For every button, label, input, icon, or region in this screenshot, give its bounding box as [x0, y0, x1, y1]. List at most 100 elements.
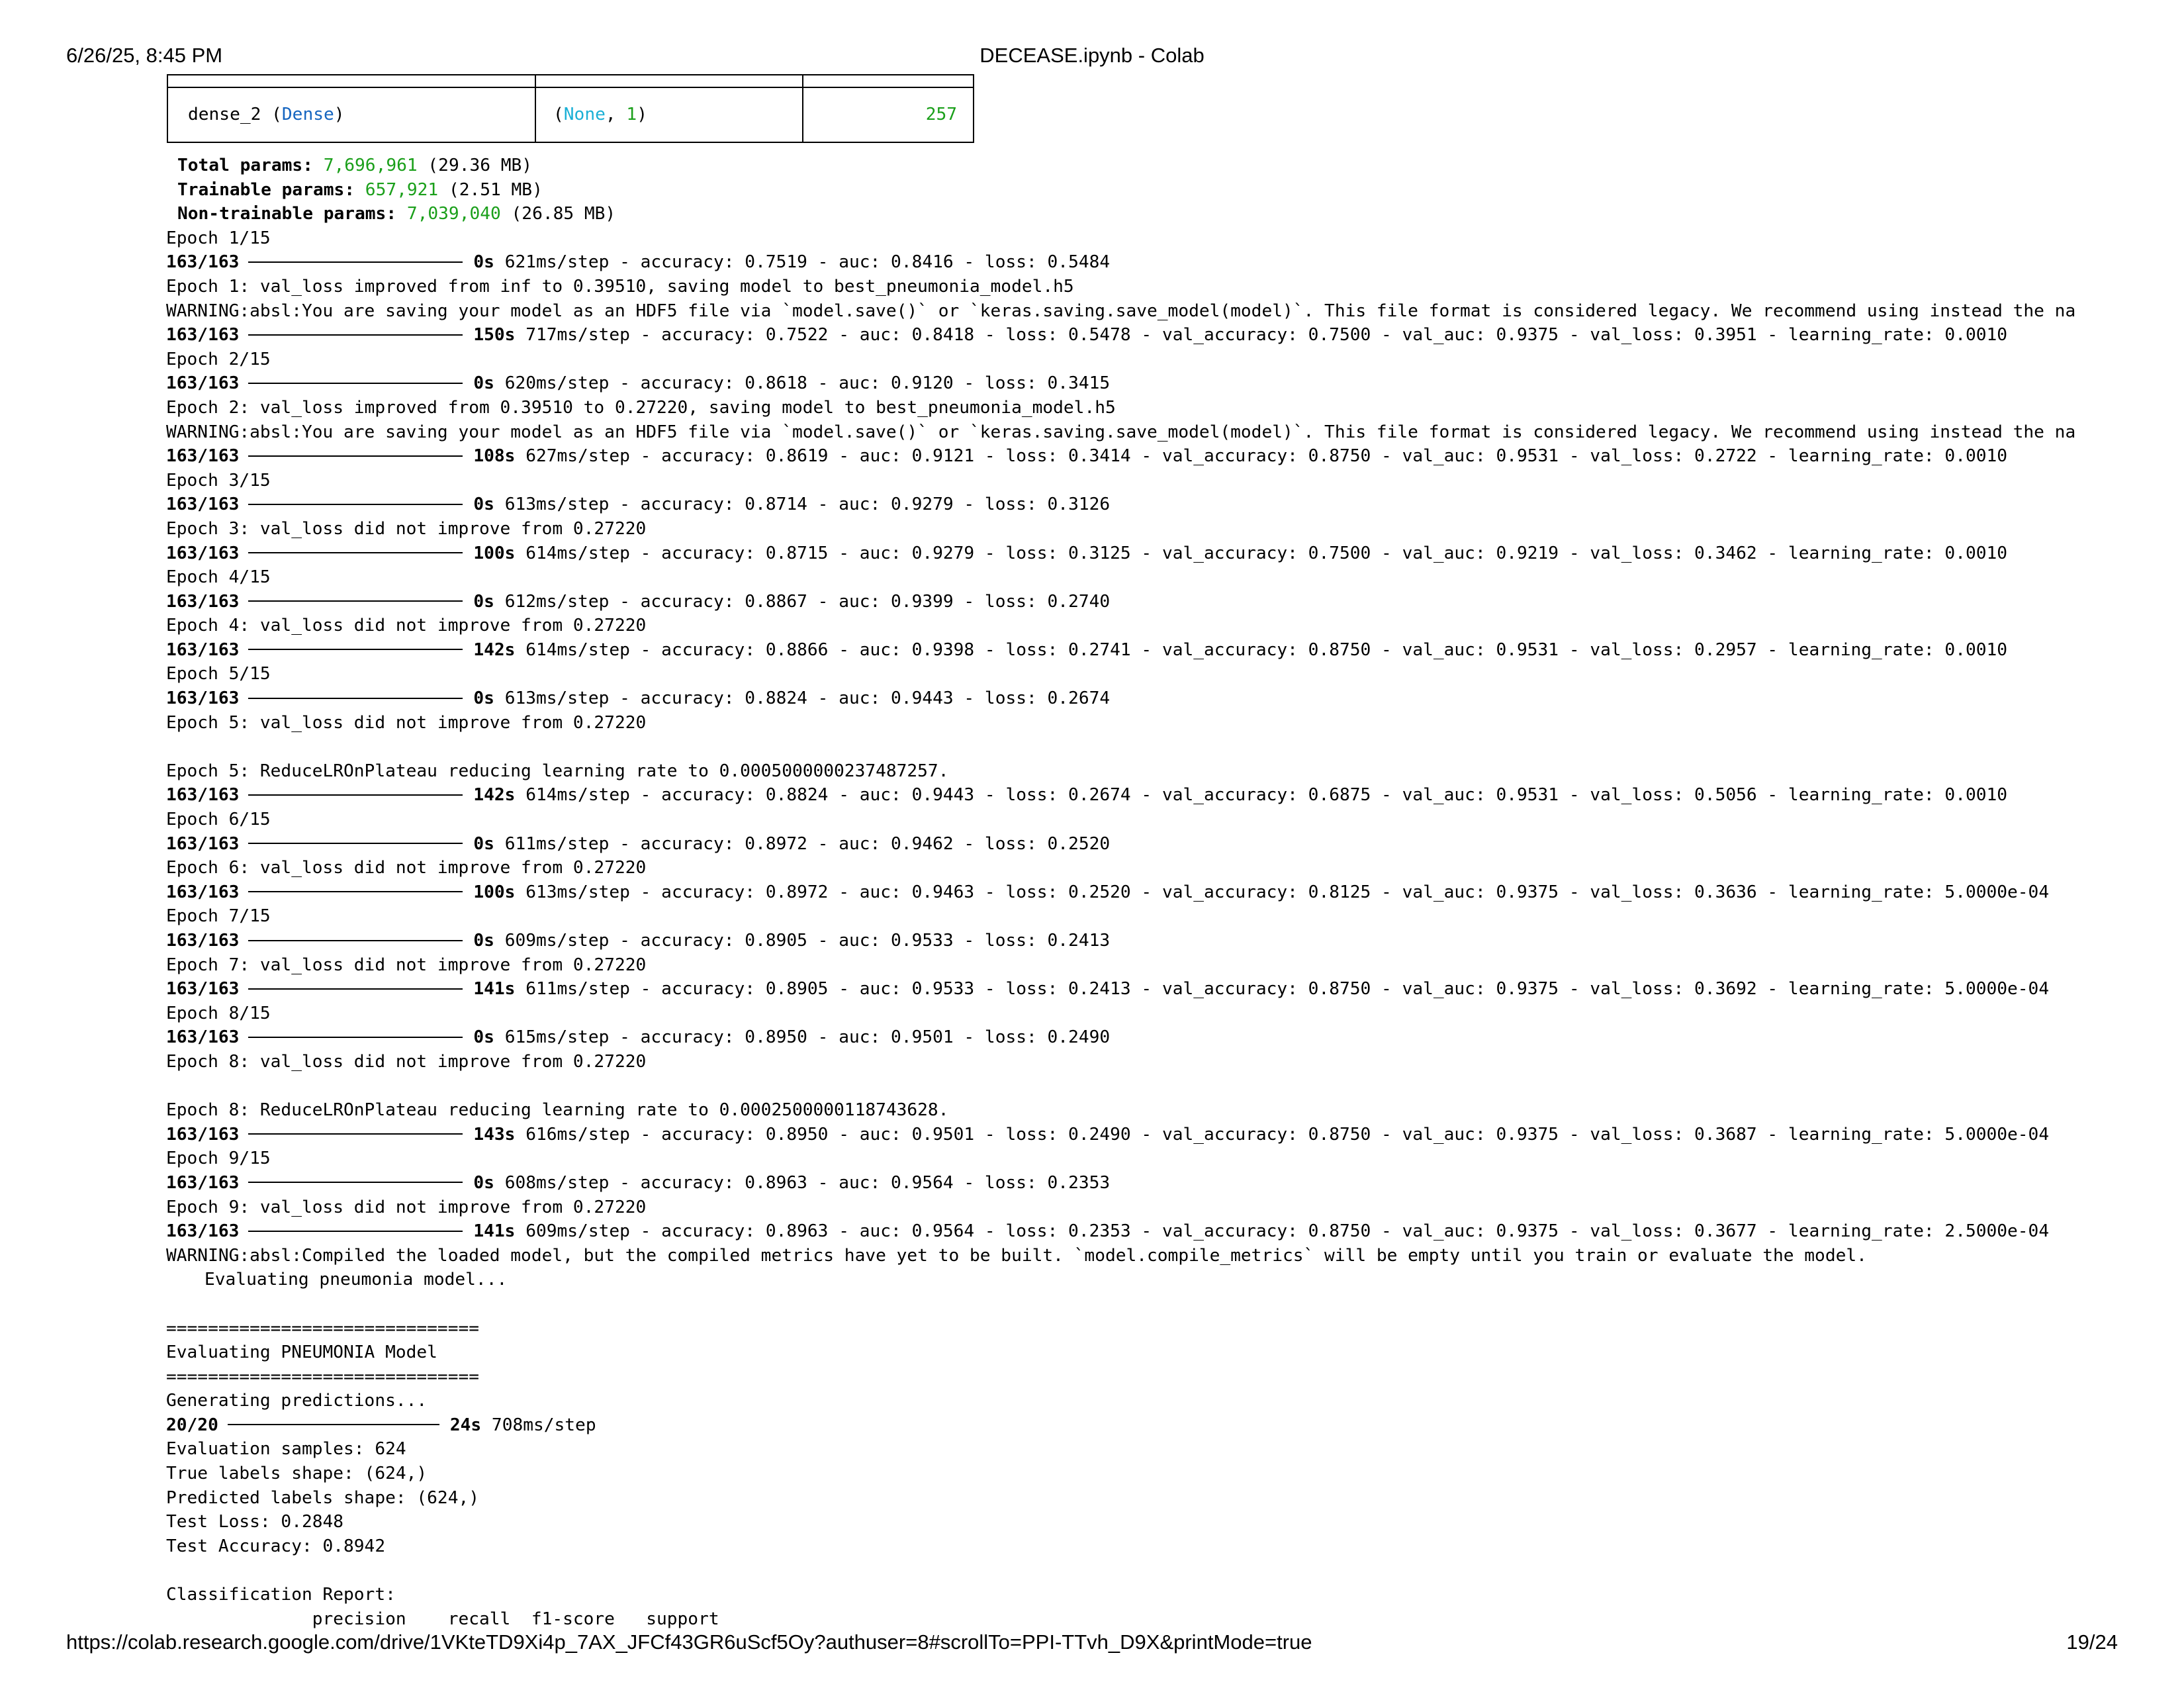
step-count: 163/163 — [166, 543, 240, 563]
step-time: 0s — [473, 494, 494, 515]
progress-bar — [248, 1182, 463, 1184]
metrics-text: 708ms/step — [481, 1415, 596, 1435]
progress-bar — [248, 455, 463, 457]
progress-line: 163/163 142s 614ms/step - accuracy: 0.886… — [166, 638, 2118, 663]
step-time: 0s — [473, 591, 494, 612]
step-count: 163/163 — [166, 1172, 240, 1193]
page-number: 19/24 — [2066, 1630, 2118, 1654]
progress-line: 163/163 108s 627ms/step - accuracy: 0.861… — [166, 444, 2118, 469]
step-time: 141s — [473, 1221, 516, 1242]
progress-bar — [248, 503, 463, 505]
progress-line: 163/163 0s 613ms/step - accuracy: 0.8714 … — [166, 492, 2118, 517]
output-shape-cell: (None, 1) — [553, 105, 647, 124]
progress-bar — [248, 1133, 463, 1135]
log-line: Epoch 8/15 — [166, 1003, 271, 1023]
progress-line: 163/163 0s 608ms/step - accuracy: 0.8963 … — [166, 1171, 2118, 1196]
step-time: 143s — [473, 1124, 516, 1145]
progress-line: 163/163 150s 717ms/step - accuracy: 0.752… — [166, 323, 2118, 348]
log-line: Epoch 6/15 — [166, 810, 271, 830]
total-params-line: Total params: 7,696,961 (29.36 MB) — [177, 156, 533, 175]
step-time: 0s — [473, 252, 494, 273]
step-time: 141s — [473, 979, 516, 1000]
metrics-text: 614ms/step - accuracy: 0.8824 - auc: 0.9… — [515, 785, 2008, 806]
log-line: Epoch 3: val_loss did not improve from 0… — [166, 518, 647, 539]
step-count: 163/163 — [166, 494, 240, 515]
trainable-params-line: Trainable params: 657,921 (2.51 MB) — [177, 179, 543, 200]
log-line: Predicted labels shape: (624,) — [166, 1487, 479, 1508]
log-line: True labels shape: (624,) — [166, 1464, 428, 1484]
page-url: https://colab.research.google.com/drive/… — [66, 1630, 1312, 1654]
step-time: 0s — [473, 373, 494, 394]
log-line: Epoch 9/15 — [166, 1149, 271, 1169]
progress-line: 163/163 0s 612ms/step - accuracy: 0.8867 … — [166, 590, 2118, 614]
step-count: 163/163 — [166, 325, 240, 346]
step-time: 0s — [473, 833, 494, 854]
step-count: 20/20 — [166, 1415, 218, 1435]
step-count: 163/163 — [166, 1221, 240, 1242]
metrics-text: 620ms/step - accuracy: 0.8618 - auc: 0.9… — [494, 373, 1111, 394]
table-col-border — [802, 74, 803, 143]
log-line: WARNING:absl:You are saving your model a… — [166, 301, 2076, 321]
progress-bar — [248, 261, 463, 263]
log-line: WARNING:absl:Compiled the loaded model, … — [166, 1245, 1867, 1266]
layer-name-cell: dense_2 (Dense) — [188, 105, 345, 124]
metrics-text: 609ms/step - accuracy: 0.8905 - auc: 0.9… — [494, 931, 1111, 951]
log-line: Epoch 5: ReduceLROnPlateau reducing lear… — [166, 761, 949, 781]
progress-bar — [248, 382, 463, 384]
step-count: 163/163 — [166, 252, 240, 273]
log-line: Test Accuracy: 0.8942 — [166, 1536, 386, 1556]
step-time: 24s — [449, 1415, 482, 1435]
step-time: 100s — [473, 543, 516, 563]
metrics-text: 615ms/step - accuracy: 0.8950 - auc: 0.9… — [494, 1027, 1111, 1048]
metrics-text: 627ms/step - accuracy: 0.8619 - auc: 0.9… — [515, 446, 2008, 467]
metrics-text: 611ms/step - accuracy: 0.8905 - auc: 0.9… — [515, 979, 2050, 1000]
log-line: Epoch 5/15 — [166, 664, 271, 684]
progress-bar — [227, 1424, 439, 1426]
log-line: Epoch 8: val_loss did not improve from 0… — [166, 1051, 647, 1072]
table-col-border — [535, 74, 536, 143]
step-count: 163/163 — [166, 688, 240, 709]
table-col-border — [973, 74, 974, 143]
log-line: Generating predictions... — [166, 1391, 428, 1411]
metrics-text: 613ms/step - accuracy: 0.8972 - auc: 0.9… — [515, 882, 2050, 902]
step-count: 163/163 — [166, 373, 240, 394]
progress-bar — [248, 600, 463, 602]
step-time: 150s — [473, 325, 516, 346]
progress-bar — [248, 1036, 463, 1038]
cell-output: Total params: 7,696,961 (29.36 MB) Train… — [166, 154, 2118, 1631]
progress-bar — [248, 1230, 463, 1232]
step-time: 142s — [473, 785, 516, 806]
progress-line: 163/163 141s 609ms/step - accuracy: 0.896… — [166, 1219, 2118, 1244]
progress-bar — [248, 697, 463, 699]
progress-line: 163/163 142s 614ms/step - accuracy: 0.882… — [166, 783, 2118, 808]
progress-bar — [248, 649, 463, 651]
log-line: Epoch 4: val_loss did not improve from 0… — [166, 616, 647, 636]
progress-bar — [248, 891, 463, 893]
log-line: Epoch 9: val_loss did not improve from 0… — [166, 1197, 647, 1217]
status-line: Evaluating pneumonia model... — [205, 1270, 508, 1290]
training-log: Epoch 1/15 163/163 0s 621ms/step - accurac… — [166, 226, 2118, 1631]
metrics-text: 611ms/step - accuracy: 0.8972 - auc: 0.9… — [494, 833, 1111, 854]
step-count: 163/163 — [166, 833, 240, 854]
metrics-text: 614ms/step - accuracy: 0.8866 - auc: 0.9… — [515, 639, 2008, 660]
page-title: DECEASE.ipynb - Colab — [979, 44, 1205, 67]
progress-line: 163/163 141s 611ms/step - accuracy: 0.890… — [166, 977, 2118, 1002]
step-time: 0s — [473, 931, 494, 951]
log-line: Epoch 8: ReduceLROnPlateau reducing lear… — [166, 1100, 949, 1121]
progress-bar — [248, 939, 463, 941]
nontrainable-params-line: Non-trainable params: 7,039,040 (26.85 M… — [177, 204, 616, 224]
table-top-border — [167, 74, 974, 75]
log-line: Test Loss: 0.2848 — [166, 1512, 344, 1532]
log-line: Epoch 1/15 — [166, 228, 271, 248]
step-count: 163/163 — [166, 1124, 240, 1145]
progress-line: 163/163 100s 613ms/step - accuracy: 0.897… — [166, 880, 2118, 905]
step-time: 0s — [473, 1172, 494, 1193]
log-line: Epoch 2: val_loss improved from 0.39510 … — [166, 397, 1116, 418]
progress-line: 163/163 0s 621ms/step - accuracy: 0.7519 … — [166, 250, 2118, 275]
metrics-text: 614ms/step - accuracy: 0.8715 - auc: 0.9… — [515, 543, 2008, 563]
table-bottom-border — [167, 142, 974, 143]
log-line: Epoch 2/15 — [166, 349, 271, 369]
